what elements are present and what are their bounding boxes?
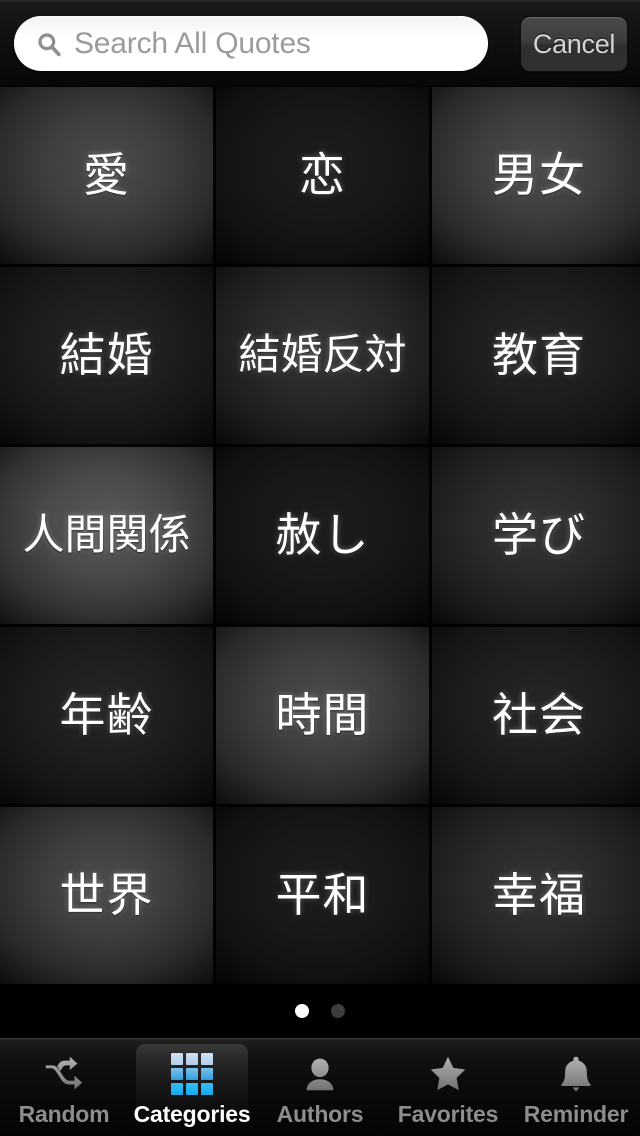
page-indicator[interactable]	[0, 984, 640, 1038]
search-placeholder: Search All Quotes	[74, 26, 311, 60]
tab-label: Categories	[133, 1101, 251, 1127]
category-tile-label: 恋	[299, 149, 346, 201]
category-tile[interactable]: 年齢	[0, 627, 213, 804]
page-dot[interactable]	[331, 1004, 345, 1018]
tab-icon-wrapper	[553, 1051, 599, 1097]
category-tile-label: 年齢	[59, 689, 154, 741]
search-input[interactable]: Search All Quotes	[14, 16, 488, 71]
search-bar: Search All Quotes Cancel	[0, 0, 640, 87]
category-tile-label: 世界	[59, 869, 154, 921]
category-grid: 愛 恋 男女結婚 結婚反対 教育人間関係 赦し 学び年齢 時間 社会世界 平和 幸福	[0, 87, 640, 984]
category-tile[interactable]: 平和	[216, 807, 429, 984]
category-tile-label: 時間	[275, 689, 370, 741]
tab-icon-wrapper	[425, 1051, 471, 1097]
tab-icon-wrapper	[169, 1051, 215, 1097]
bell-icon	[561, 1056, 591, 1092]
category-tile-label: 赦し	[275, 509, 370, 561]
category-tile[interactable]: 結婚反対	[216, 267, 429, 444]
tab-icon-wrapper	[41, 1051, 87, 1097]
shuffle-icon	[45, 1056, 83, 1090]
category-tile[interactable]: 結婚	[0, 267, 213, 444]
category-tile-label: 学び	[492, 509, 586, 561]
tab-label: Random	[18, 1101, 110, 1127]
category-tile-label: 結婚	[59, 329, 154, 381]
category-tile-label: 社会	[492, 689, 586, 741]
category-tile-label: 教育	[492, 329, 586, 381]
category-tile[interactable]: 教育	[432, 267, 640, 444]
cancel-button[interactable]: Cancel	[520, 16, 628, 72]
tab-random[interactable]: Random	[0, 1039, 128, 1136]
category-tile-label: 男女	[492, 149, 586, 201]
grid-icon	[171, 1053, 213, 1095]
category-tile-label: 結婚反対	[238, 332, 407, 379]
tab-authors[interactable]: Authors	[256, 1039, 384, 1136]
category-tile[interactable]: 時間	[216, 627, 429, 804]
tab-label: Reminder	[523, 1101, 629, 1127]
category-tile[interactable]: 幸福	[432, 807, 640, 984]
category-tile-label: 愛	[83, 149, 130, 201]
app-screen: Search All Quotes Cancel 愛 恋 男女結婚 結婚反対 教育人間関…	[0, 0, 640, 1136]
category-tile-label: 人間関係	[22, 512, 191, 559]
tab-label: Favorites	[397, 1101, 499, 1127]
category-tile[interactable]: 人間関係	[0, 447, 213, 624]
cancel-button-label: Cancel	[532, 28, 616, 59]
category-tile[interactable]: 世界	[0, 807, 213, 984]
person-icon	[306, 1058, 334, 1091]
category-tile[interactable]: 学び	[432, 447, 640, 624]
category-tile[interactable]: 社会	[432, 627, 640, 804]
tab-favorites[interactable]: Favorites	[384, 1039, 512, 1136]
category-tile[interactable]: 赦し	[216, 447, 429, 624]
tab-label: Authors	[276, 1101, 364, 1127]
category-tile-label: 幸福	[492, 869, 586, 921]
category-tile[interactable]: 恋	[216, 87, 429, 264]
tab-reminder[interactable]: Reminder	[512, 1039, 640, 1136]
category-tile[interactable]: 愛	[0, 87, 213, 264]
tab-icon-wrapper	[297, 1051, 343, 1097]
page-dot[interactable]	[295, 1004, 309, 1018]
search-icon	[38, 32, 61, 56]
category-tile[interactable]: 男女	[432, 87, 640, 264]
star-icon	[430, 1056, 466, 1091]
category-tile-label: 平和	[275, 869, 370, 921]
tab-bar: Random Categories Authors Favorites Reminder	[0, 1038, 640, 1136]
tab-categories[interactable]: Categories	[128, 1039, 256, 1136]
